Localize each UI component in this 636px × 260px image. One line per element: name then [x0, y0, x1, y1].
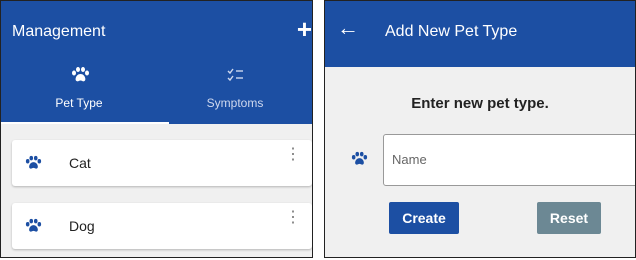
management-header: Management + Pet Type Symptoms	[1, 1, 312, 124]
page-title: Add New Pet Type	[385, 23, 518, 40]
paw-icon	[25, 218, 42, 232]
paw-icon	[72, 67, 89, 82]
management-screen: Management + Pet Type Symptoms Cat ⋮ Dog…	[0, 0, 313, 258]
list-item-label: Dog	[69, 218, 95, 234]
reset-button[interactable]: Reset	[537, 202, 601, 234]
paw-icon	[25, 155, 42, 169]
tab-pet-type-label: Pet Type	[55, 96, 103, 110]
app-bar: ← Add New Pet Type	[325, 1, 635, 67]
more-vert-icon[interactable]: ⋮	[285, 147, 301, 163]
active-tab-indicator	[1, 122, 169, 124]
paw-icon	[351, 151, 368, 165]
name-input[interactable]: Name	[383, 134, 635, 186]
checklist-icon	[227, 68, 243, 82]
more-vert-icon[interactable]: ⋮	[285, 210, 301, 226]
create-button[interactable]: Create	[389, 202, 459, 234]
tab-pet-type[interactable]: Pet Type	[1, 1, 157, 110]
list-item[interactable]: Cat ⋮	[12, 140, 312, 186]
list-item[interactable]: Dog ⋮	[12, 203, 312, 249]
tab-symptoms-label: Symptoms	[206, 96, 264, 110]
list-item-label: Cat	[69, 155, 91, 171]
back-arrow-icon[interactable]: ←	[337, 17, 359, 39]
prompt-text: Enter new pet type.	[411, 95, 549, 112]
tab-symptoms[interactable]: Symptoms	[157, 1, 312, 110]
name-input-placeholder: Name	[392, 152, 427, 167]
add-pet-type-screen: ← Add New Pet Type Enter new pet type. N…	[324, 0, 636, 258]
